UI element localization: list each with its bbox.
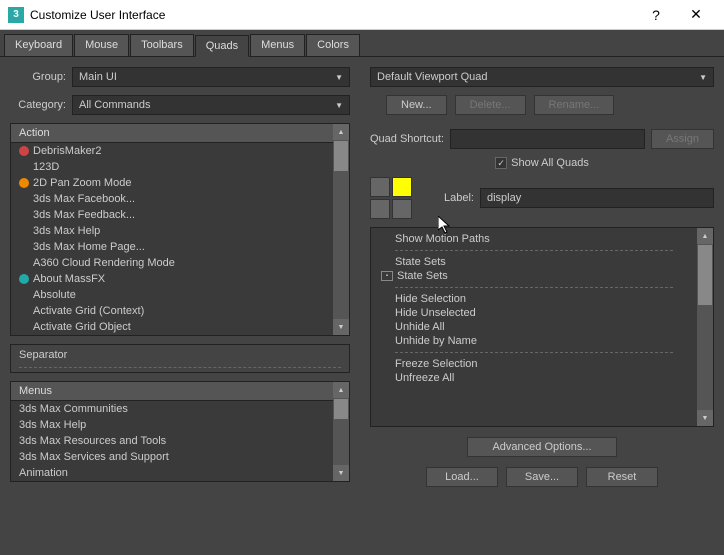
- list-item[interactable]: 3ds Max Home Page...: [11, 239, 333, 255]
- list-item[interactable]: Animation: [11, 465, 333, 481]
- list-item[interactable]: DebrisMaker2: [11, 143, 333, 159]
- plugin-icon: [19, 146, 29, 156]
- app-icon: 3: [8, 7, 24, 23]
- chevron-down-icon: ▼: [335, 73, 343, 82]
- tree-item[interactable]: Hide Unselected: [377, 306, 691, 320]
- quad-selector[interactable]: [370, 177, 412, 219]
- quad-menu-tree[interactable]: Show Motion Paths State Sets State Sets …: [371, 228, 697, 426]
- advanced-options-button[interactable]: Advanced Options...: [467, 437, 616, 457]
- list-item[interactable]: 3ds Max Facebook...: [11, 191, 333, 207]
- tree-separator: [395, 287, 673, 288]
- chevron-down-icon: ▼: [699, 73, 707, 82]
- category-label: Category:: [10, 99, 66, 111]
- menus-header[interactable]: Menus: [11, 382, 333, 401]
- tree-item[interactable]: State Sets: [377, 255, 691, 269]
- scrollbar[interactable]: ▲ ▼: [697, 228, 713, 426]
- assign-button[interactable]: Assign: [651, 129, 714, 149]
- quad-preset-select[interactable]: Default Viewport Quad ▼: [370, 67, 714, 87]
- quad-cell-tr[interactable]: [392, 177, 412, 197]
- load-button[interactable]: Load...: [426, 467, 498, 487]
- save-button[interactable]: Save...: [506, 467, 578, 487]
- help-button[interactable]: ?: [636, 0, 676, 30]
- action-header[interactable]: Action: [11, 124, 333, 143]
- tree-item[interactable]: Unhide by Name: [377, 334, 691, 348]
- info-icon: [19, 274, 29, 284]
- close-button[interactable]: ✕: [676, 0, 716, 30]
- quad-shortcut-input[interactable]: [450, 129, 645, 149]
- rename-button[interactable]: Rename...: [534, 95, 615, 115]
- tab-colors[interactable]: Colors: [306, 34, 360, 56]
- separator-header: Separator: [19, 349, 341, 361]
- list-item[interactable]: 3ds Max Services and Support: [11, 449, 333, 465]
- scroll-up-icon[interactable]: ▲: [333, 382, 349, 398]
- pan-icon: [19, 178, 29, 188]
- list-item[interactable]: 3ds Max Communities: [11, 401, 333, 417]
- show-all-quads-checkbox[interactable]: ✓ Show All Quads: [495, 157, 589, 169]
- new-button[interactable]: New...: [386, 95, 447, 115]
- delete-button[interactable]: Delete...: [455, 95, 526, 115]
- tab-toolbars[interactable]: Toolbars: [130, 34, 194, 56]
- label-input[interactable]: display: [480, 188, 714, 208]
- list-item[interactable]: 3ds Max Resources and Tools: [11, 433, 333, 449]
- quad-shortcut-label: Quad Shortcut:: [370, 133, 444, 145]
- group-select[interactable]: Main UI ▼: [72, 67, 350, 87]
- scrollbar[interactable]: ▲ ▼: [333, 124, 349, 335]
- tab-mouse[interactable]: Mouse: [74, 34, 129, 56]
- tree-item[interactable]: Hide Selection: [377, 292, 691, 306]
- list-item[interactable]: Activate Grid (Context): [11, 303, 333, 319]
- list-item[interactable]: 123D: [11, 159, 333, 175]
- tab-keyboard[interactable]: Keyboard: [4, 34, 73, 56]
- list-item[interactable]: 3ds Max Feedback...: [11, 207, 333, 223]
- group-label: Group:: [10, 71, 66, 83]
- scrollbar[interactable]: ▲ ▼: [333, 382, 349, 481]
- tree-item[interactable]: Unhide All: [377, 320, 691, 334]
- scroll-up-icon[interactable]: ▲: [333, 124, 349, 140]
- checkbox-icon: ✓: [495, 157, 507, 169]
- scroll-thumb[interactable]: [698, 245, 712, 305]
- scroll-thumb[interactable]: [334, 141, 348, 171]
- quad-cell-bl[interactable]: [370, 199, 390, 219]
- list-item[interactable]: About MassFX: [11, 271, 333, 287]
- tree-item[interactable]: Show Motion Paths: [377, 232, 691, 246]
- scroll-down-icon[interactable]: ▼: [697, 410, 713, 426]
- tree-item[interactable]: Freeze Selection: [377, 357, 691, 371]
- list-item[interactable]: Absolute: [11, 287, 333, 303]
- scroll-down-icon[interactable]: ▼: [333, 465, 349, 481]
- list-item[interactable]: 3ds Max Help: [11, 417, 333, 433]
- tree-item[interactable]: State Sets: [377, 269, 691, 283]
- scroll-up-icon[interactable]: ▲: [697, 228, 713, 244]
- quad-cell-tl[interactable]: [370, 177, 390, 197]
- reset-button[interactable]: Reset: [586, 467, 658, 487]
- window-title: Customize User Interface: [30, 8, 636, 22]
- label-label: Label:: [444, 192, 474, 204]
- list-item[interactable]: 3ds Max Help: [11, 223, 333, 239]
- tab-quads[interactable]: Quads: [195, 35, 249, 57]
- list-item[interactable]: Activate Grid Object: [11, 319, 333, 335]
- category-select[interactable]: All Commands ▼: [72, 95, 350, 115]
- quad-cell-br[interactable]: [392, 199, 412, 219]
- tree-separator: [395, 250, 673, 251]
- tab-menus[interactable]: Menus: [250, 34, 305, 56]
- list-item[interactable]: A360 Cloud Rendering Mode: [11, 255, 333, 271]
- tree-item[interactable]: Unfreeze All: [377, 371, 691, 385]
- scroll-down-icon[interactable]: ▼: [333, 319, 349, 335]
- chevron-down-icon: ▼: [335, 101, 343, 110]
- scroll-thumb[interactable]: [334, 399, 348, 419]
- list-item[interactable]: 2D Pan Zoom Mode: [11, 175, 333, 191]
- tree-separator: [395, 352, 673, 353]
